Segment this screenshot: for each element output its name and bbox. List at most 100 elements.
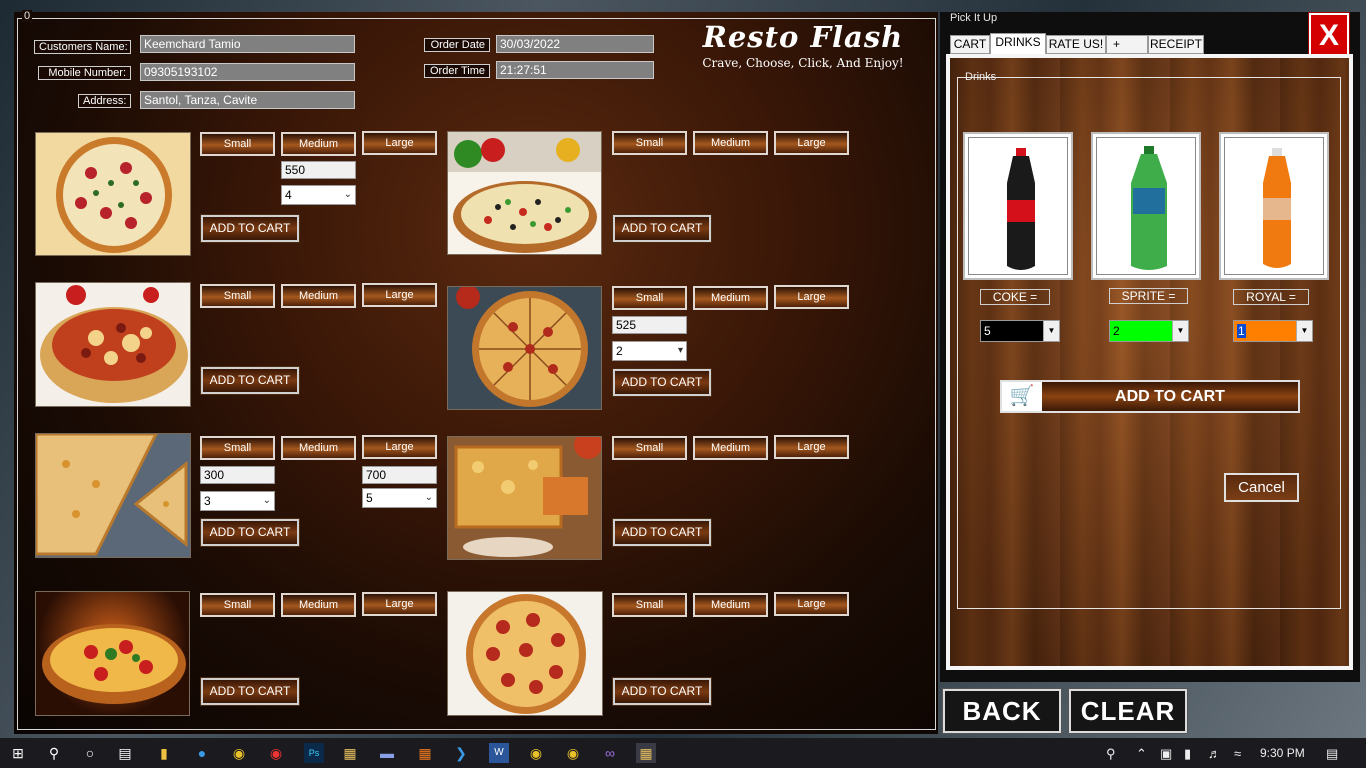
- mobile-number-field[interactable]: 09305193102: [140, 63, 355, 81]
- app-icon-grid[interactable]: ▦: [415, 743, 435, 763]
- pizza4-add-to-cart-button[interactable]: ADD TO CART: [612, 368, 712, 397]
- chrome-icon[interactable]: ◉: [229, 743, 249, 763]
- cortana-icon[interactable]: ○: [80, 743, 100, 763]
- pizza6-medium-button[interactable]: Medium: [693, 436, 768, 460]
- tab-rate-us[interactable]: RATE US!: [1046, 35, 1106, 54]
- tab-cart[interactable]: CART: [950, 35, 990, 54]
- pizza7-medium-button[interactable]: Medium: [281, 593, 356, 617]
- dropdown-arrow-icon: ▼: [1296, 321, 1312, 341]
- pizza7-add-to-cart-button[interactable]: ADD TO CART: [200, 677, 300, 706]
- order-time-field[interactable]: 21:27:51: [496, 61, 654, 79]
- pizza4-small-button[interactable]: Small: [612, 286, 687, 310]
- pizza-image-square-slices[interactable]: [447, 436, 602, 560]
- pizza1-small-button[interactable]: Small: [200, 132, 275, 156]
- pizza5-small-price-field[interactable]: 300: [200, 466, 275, 484]
- app-icon-disc[interactable]: ▬: [377, 743, 397, 763]
- chevron-down-icon: ⌄: [424, 492, 433, 503]
- file-explorer-icon[interactable]: ▮: [154, 743, 174, 763]
- word-icon[interactable]: W: [489, 743, 509, 763]
- pizza8-add-to-cart-button[interactable]: ADD TO CART: [612, 677, 712, 706]
- visual-studio-icon[interactable]: ∞: [600, 743, 620, 763]
- brand-tagline: Crave, Choose, Click, And Enjoy!: [702, 56, 904, 70]
- pizza8-large-button[interactable]: Large: [774, 592, 849, 616]
- pizza1-large-button[interactable]: Large: [362, 131, 437, 155]
- coke-qty-select[interactable]: 5 ▼: [980, 320, 1060, 342]
- address-field[interactable]: Santol, Tanza, Cavite: [140, 91, 355, 109]
- record-icon[interactable]: ◉: [266, 743, 286, 763]
- chrome-icon-3[interactable]: ◉: [563, 743, 583, 763]
- pizza5-small-qty-select[interactable]: 3 ⌄: [200, 491, 275, 511]
- pizza-image-tomato-basil[interactable]: [35, 591, 190, 716]
- edge-browser-icon[interactable]: ●: [192, 743, 212, 763]
- pizza2-medium-button[interactable]: Medium: [693, 131, 768, 155]
- drink-image-coke[interactable]: [963, 132, 1073, 280]
- pizza-image-deep-dish[interactable]: [35, 282, 191, 407]
- drink-image-royal[interactable]: [1219, 132, 1329, 280]
- pizza5-medium-button[interactable]: Medium: [281, 436, 356, 460]
- volume-icon[interactable]: ♬: [1208, 746, 1221, 761]
- drinks-add-to-cart-button[interactable]: 🛒 ADD TO CART: [1000, 380, 1300, 413]
- pizza5-small-button[interactable]: Small: [200, 436, 275, 460]
- pizza6-add-to-cart-button[interactable]: ADD TO CART: [612, 518, 712, 547]
- pizza8-small-button[interactable]: Small: [612, 593, 687, 617]
- pizza-image-veggie[interactable]: [447, 131, 602, 255]
- people-icon[interactable]: ⚲: [1106, 746, 1116, 762]
- pizza1-add-to-cart-button[interactable]: ADD TO CART: [200, 214, 300, 243]
- photoshop-icon[interactable]: Ps: [304, 743, 324, 763]
- app-icon[interactable]: ▦: [340, 743, 360, 763]
- pizza-image-pepperoni[interactable]: [447, 591, 603, 716]
- wifi-icon[interactable]: ≈: [1234, 746, 1241, 761]
- pizza5-large-qty-select[interactable]: 5 ⌄: [362, 488, 437, 508]
- windows-taskbar: ⊞ ⚲ ○ ▤ ▮ ● ◉ ◉ Ps ▦ ▬ ▦ ❯ W ◉ ◉ ∞ ▦ ⚲ ⌃…: [0, 738, 1366, 768]
- brand-name: Resto Flash: [702, 20, 904, 54]
- order-date-field[interactable]: 30/03/2022: [496, 35, 654, 53]
- pizza4-qty-select[interactable]: 2 ▾: [612, 341, 687, 361]
- pizza-image-cheese-slices[interactable]: [35, 433, 191, 558]
- pizza4-medium-button[interactable]: Medium: [693, 286, 768, 310]
- search-icon[interactable]: ⚲: [44, 743, 64, 763]
- pizza3-add-to-cart-button[interactable]: ADD TO CART: [200, 366, 300, 395]
- pizza7-large-button[interactable]: Large: [362, 592, 437, 616]
- cancel-button[interactable]: Cancel: [1224, 473, 1299, 502]
- chevron-up-icon[interactable]: ⌃: [1136, 746, 1147, 762]
- close-button[interactable]: X: [1308, 12, 1350, 61]
- pizza8-medium-button[interactable]: Medium: [693, 593, 768, 617]
- taskbar-clock[interactable]: 9:30 PM: [1260, 746, 1305, 760]
- pizza5-large-price-field[interactable]: 700: [362, 466, 437, 484]
- running-app-icon[interactable]: ▦: [636, 743, 656, 763]
- pizza3-small-button[interactable]: Small: [200, 284, 275, 308]
- pizza3-medium-button[interactable]: Medium: [281, 284, 356, 308]
- pizza4-large-button[interactable]: Large: [774, 285, 849, 309]
- pizza6-large-button[interactable]: Large: [774, 435, 849, 459]
- drink-image-sprite[interactable]: [1091, 132, 1201, 280]
- tab-receipt[interactable]: RECEIPT: [1148, 35, 1204, 54]
- pizza5-large-button[interactable]: Large: [362, 435, 437, 459]
- pizza6-small-button[interactable]: Small: [612, 436, 687, 460]
- sprite-qty-select[interactable]: 2 ▼: [1109, 320, 1189, 342]
- tab-plus[interactable]: +: [1106, 35, 1148, 54]
- battery-icon[interactable]: ▮: [1184, 746, 1191, 762]
- royal-qty-select[interactable]: 1 ▼: [1233, 320, 1313, 342]
- pizza2-add-to-cart-button[interactable]: ADD TO CART: [612, 214, 712, 243]
- task-view-icon[interactable]: ▤: [115, 743, 135, 763]
- back-button[interactable]: BACK: [942, 688, 1062, 734]
- tab-drinks[interactable]: DRINKS: [990, 33, 1046, 55]
- clear-button[interactable]: CLEAR: [1068, 688, 1188, 734]
- pizza-image-margherita[interactable]: [35, 132, 191, 256]
- pizza1-price-field[interactable]: 550: [281, 161, 356, 179]
- vscode-icon[interactable]: ❯: [451, 743, 471, 763]
- pizza1-qty-select[interactable]: 4 ⌄: [281, 185, 356, 205]
- customer-name-field[interactable]: Keemchard Tamio: [140, 35, 355, 53]
- pizza2-small-button[interactable]: Small: [612, 131, 687, 155]
- pizza2-large-button[interactable]: Large: [774, 131, 849, 155]
- pizza4-price-field[interactable]: 525: [612, 316, 687, 334]
- chrome-icon-2[interactable]: ◉: [526, 743, 546, 763]
- pizza-image-pepperoni-slices[interactable]: [447, 286, 602, 410]
- pizza7-small-button[interactable]: Small: [200, 593, 275, 617]
- camera-icon[interactable]: ▣: [1160, 746, 1172, 762]
- windows-start-icon[interactable]: ⊞: [8, 743, 28, 763]
- notification-icon[interactable]: ▤: [1326, 746, 1338, 762]
- pizza1-medium-button[interactable]: Medium: [281, 132, 356, 156]
- pizza5-add-to-cart-button[interactable]: ADD TO CART: [200, 518, 300, 547]
- pizza3-large-button[interactable]: Large: [362, 283, 437, 307]
